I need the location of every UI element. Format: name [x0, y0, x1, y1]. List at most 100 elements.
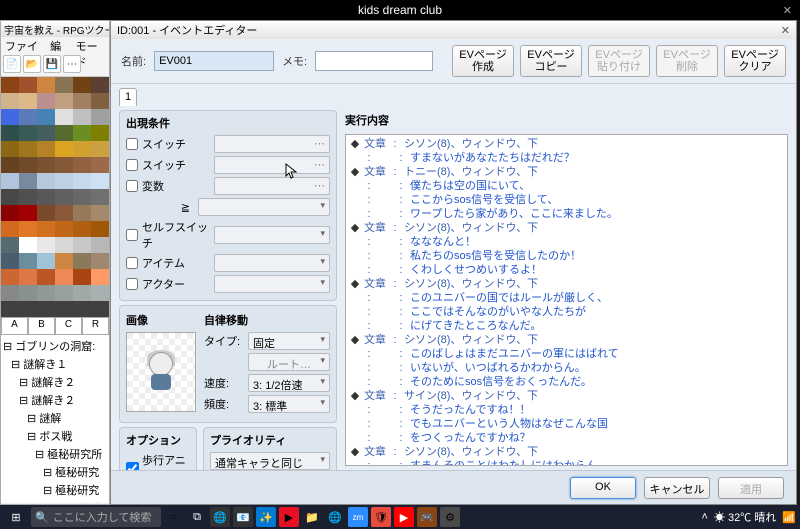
tree-item[interactable]: ⊟ フィールド(宇宙) [3, 499, 107, 503]
command-line[interactable]: ::私たちのsos信号を受信したのか！ [350, 249, 783, 263]
cond-check-アクター[interactable] [126, 278, 138, 290]
command-line[interactable]: ◆文章:シソン(8)、ウィンドウ、下 [350, 333, 783, 347]
command-line[interactable]: ::このユニバーの国ではルールが厳しく、 [350, 291, 783, 305]
open-file-button[interactable]: 📂 [23, 55, 41, 73]
app-icon-2[interactable]: 📧 [233, 507, 253, 527]
ok-button[interactable]: OK [570, 477, 636, 499]
tree-item[interactable]: ⊟ 極秘研究 [3, 463, 107, 481]
cond-check-変数[interactable] [126, 180, 138, 192]
cond-check-セルフスイッチ[interactable] [126, 229, 138, 241]
command-line[interactable]: ::なななんと！ [350, 235, 783, 249]
opt-歩行アニメ[interactable] [126, 462, 139, 471]
tray-up-icon[interactable]: ˄ [702, 511, 708, 523]
tile-tab-C[interactable]: C [55, 317, 82, 335]
command-line[interactable]: ◆文章:トニー(8)、ウィンドウ、下 [350, 165, 783, 179]
command-line[interactable]: ::そうだったんですね！！ [350, 403, 783, 417]
auto-freq-combo[interactable]: 3: 標準 [248, 395, 330, 413]
cond-check-アイテム[interactable] [126, 257, 138, 269]
command-line[interactable]: ◆文章:シソン(8)、ウィンドウ、下 [350, 277, 783, 291]
app-icon-zoom[interactable]: zm [348, 507, 368, 527]
new-file-button[interactable]: 📄 [3, 55, 21, 73]
command-line[interactable]: ::すまないがあなたたちはだれだ？ [350, 151, 783, 165]
tree-item[interactable]: ⊟ 謎解き２ [3, 373, 107, 391]
command-line[interactable]: ◆文章:サイン(8)、ウィンドウ、下 [350, 389, 783, 403]
command-line[interactable]: ::そのためにsos信号をおくったんだ。 [350, 375, 783, 389]
app-icon-1[interactable]: 🌐 [210, 507, 230, 527]
tree-item[interactable]: ⊟ 極秘研究所 [3, 445, 107, 463]
taskview-icon[interactable]: ⧉ [187, 507, 207, 527]
menu-編集[interactable]: 編集 [50, 38, 70, 52]
memo-input[interactable] [315, 51, 433, 71]
app-icon-7[interactable]: 🛡 [371, 507, 391, 527]
command-line[interactable]: ◆文章:シソン(8)、ウィンドウ、下 [350, 221, 783, 235]
tree-item[interactable]: ⊟ 謎解き１ [3, 355, 107, 373]
command-line[interactable]: ::ここからsos信号を受信して、 [350, 193, 783, 207]
cortana-icon[interactable]: ○ [164, 507, 184, 527]
tileset-palette[interactable] [1, 77, 109, 317]
tree-item[interactable]: ⊟ ボス戦 [3, 427, 107, 445]
sprite-preview[interactable] [126, 332, 196, 412]
command-line[interactable]: ::にげてきたところなんだ。 [350, 319, 783, 333]
cond-field-スイッチ[interactable] [214, 156, 330, 174]
cond-field-アクター[interactable] [214, 275, 330, 293]
app-icon-5[interactable]: 📁 [302, 507, 322, 527]
dialog-footer: OK キャンセル 適用 [111, 470, 796, 504]
page-btn[interactable]: EVページコピー [520, 45, 582, 77]
command-line[interactable]: ::でもユニバーという人物はなぜこんな国 [350, 417, 783, 431]
dialog-close-button[interactable]: ✕ [781, 24, 790, 37]
app-icon-chrome[interactable]: 🌐 [325, 507, 345, 527]
map-tree[interactable]: ⊟ ゴブリンの洞窟:⊟ 謎解き１⊟ 謎解き２⊟ 謎解き２⊟ 謎解⊟ ボス戦⊟ 極… [1, 335, 109, 503]
cond-check-スイッチ[interactable] [126, 138, 138, 150]
menu-ファイル[interactable]: ファイル [5, 38, 44, 52]
command-line[interactable]: ::ワープしたら家があり、ここに来ました。 [350, 207, 783, 221]
auto-speed-combo[interactable]: 3: 1/2倍速 [248, 374, 330, 392]
tile-tab-R[interactable]: R [82, 317, 109, 335]
command-line[interactable]: ◆文章:シソン(8)、ウィンドウ、下 [350, 445, 783, 459]
cond-field-セルフスイッチ[interactable] [214, 226, 330, 244]
start-button[interactable]: ⊞ [4, 507, 28, 527]
cond-ge-spinner[interactable] [198, 198, 330, 216]
network-icon[interactable]: 📶 [782, 511, 796, 524]
page-btn[interactable]: EVページ作成 [452, 45, 514, 77]
command-line[interactable]: ::いないが、いつばれるかわからん。 [350, 361, 783, 375]
tree-item[interactable]: ⊟ 謎解き２ [3, 391, 107, 409]
command-line[interactable]: ::このばしょはまだユニバーの軍にはばれて [350, 347, 783, 361]
event-command-list[interactable]: ◆文章:シソン(8)、ウィンドウ、下::すまないがあなたたちはだれだ？◆文章:ト… [345, 134, 788, 466]
auto-type-combo[interactable]: 固定 [248, 332, 330, 350]
name-input[interactable] [154, 51, 274, 71]
page-tab-1[interactable]: 1 [119, 88, 137, 106]
zoom-close-icon[interactable]: ✕ [783, 4, 792, 17]
tile-tab-B[interactable]: B [28, 317, 55, 335]
tree-item[interactable]: ⊟ ゴブリンの洞窟: [3, 337, 107, 355]
tree-item[interactable]: ⊟ 謎解 [3, 409, 107, 427]
save-file-button[interactable]: 💾 [43, 55, 61, 73]
more-tools-button[interactable]: ⋯ [63, 55, 81, 73]
command-line[interactable]: ◆文章:シソン(8)、ウィンドウ、下 [350, 137, 783, 151]
app-icon-youtube[interactable]: ▶ [394, 507, 414, 527]
taskbar-search[interactable]: 🔍 ここに入力して検索 [31, 507, 161, 527]
cond-field-変数[interactable] [214, 177, 330, 195]
command-line[interactable]: ::くわしくせつめいするよ！ [350, 263, 783, 277]
tree-item[interactable]: ⊟ 極秘研究 [3, 481, 107, 499]
auto-type-label: タイプ: [204, 333, 244, 349]
weather-widget[interactable]: ☀ 32℃ 晴れ [714, 509, 776, 525]
tile-tab-A[interactable]: A [1, 317, 28, 335]
apply-button[interactable]: 適用 [718, 477, 784, 499]
priority-combo[interactable]: 通常キャラと同じ [210, 452, 330, 470]
cond-check-スイッチ[interactable] [126, 159, 138, 171]
command-line[interactable]: ::ここではそんなのがいやな人たちが [350, 305, 783, 319]
menu-モード[interactable]: モード [76, 38, 105, 52]
app-icon-10[interactable]: ⚙ [440, 507, 460, 527]
cond-field-スイッチ[interactable] [214, 135, 330, 153]
app-icon-4[interactable]: ▶ [279, 507, 299, 527]
auto-route-button[interactable]: ルート… [248, 353, 330, 371]
command-line[interactable]: ::僕たちは空の国にいて、 [350, 179, 783, 193]
app-icon-3[interactable]: ✨ [256, 507, 276, 527]
cond-field-アイテム[interactable] [214, 254, 330, 272]
command-line[interactable]: ::をつくったんですかね？ [350, 431, 783, 445]
page-btn[interactable]: EVページクリア [724, 45, 786, 77]
app-icon-rpgmaker[interactable]: 🎮 [417, 507, 437, 527]
command-line[interactable]: ::すまんそのことはわたしにはわからん。 [350, 459, 783, 466]
cancel-button[interactable]: キャンセル [644, 477, 710, 499]
system-tray[interactable]: ˄ ☀ 32℃ 晴れ 📶 [702, 509, 797, 525]
